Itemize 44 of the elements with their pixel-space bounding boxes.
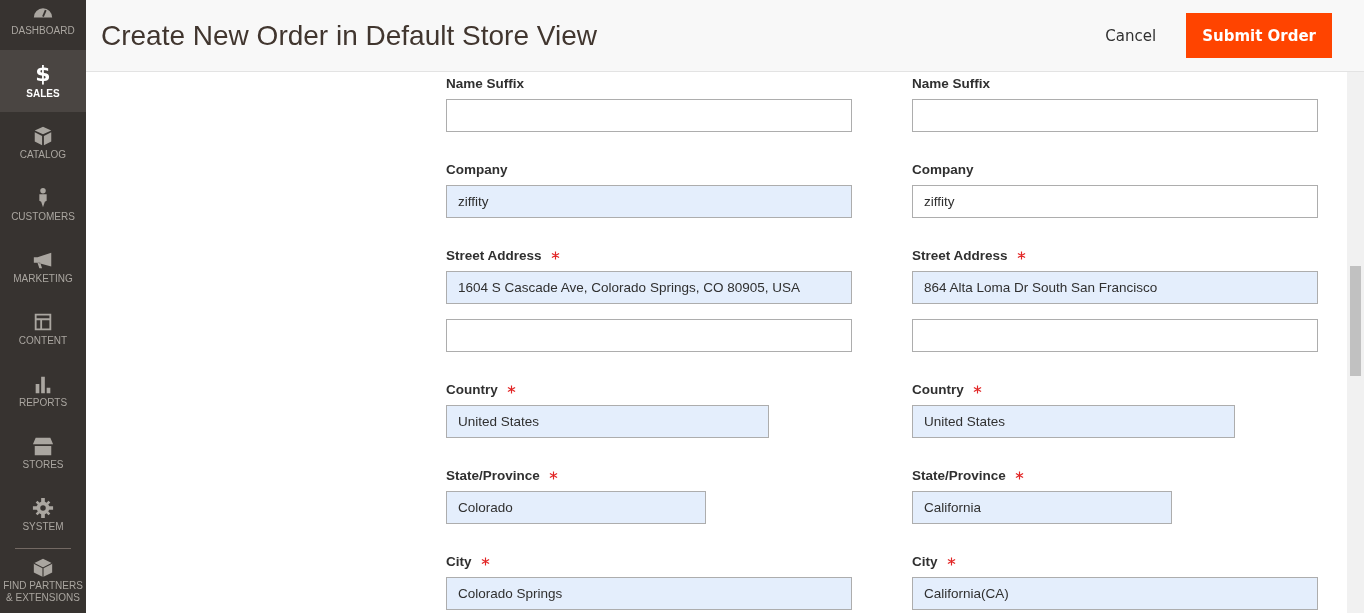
input-field[interactable]: 1604 S Cascade Ave, Colorado Springs, CO 80905, USA: [446, 271, 852, 304]
field-label: Name Suffix: [912, 75, 991, 91]
field-label: City: [446, 553, 472, 569]
input-field[interactable]: California: [912, 491, 1172, 524]
field-label: Street Address: [446, 247, 542, 263]
input-field[interactable]: United States: [446, 405, 769, 438]
gear-icon: [32, 497, 54, 519]
cancel-button[interactable]: Cancel: [1105, 16, 1157, 55]
field-label: State/Province: [912, 467, 1006, 483]
nav-item[interactable]: $ SALES: [0, 50, 86, 112]
input-field[interactable]: Colorado Springs: [446, 577, 852, 610]
input-field[interactable]: [446, 319, 852, 352]
nav-item[interactable]: SYSTEM: [0, 484, 86, 546]
input-field[interactable]: Colorado: [446, 491, 706, 524]
nav-item[interactable]: DASHBOARD: [0, 0, 86, 50]
input-field[interactable]: 864 Alta Loma Dr South San Francisco: [912, 271, 1318, 304]
page-title: Create New Order in Default Store View: [101, 19, 597, 52]
scrollbar[interactable]: [1347, 72, 1364, 613]
field-label: Country: [912, 381, 964, 397]
input-field[interactable]: ziffity: [912, 185, 1318, 218]
nav-item[interactable]: CUSTOMERS: [0, 174, 86, 236]
layout-icon: [32, 311, 54, 333]
input-field[interactable]: United States: [912, 405, 1235, 438]
input-field[interactable]: ziffity: [446, 185, 852, 218]
field-label: State/Province: [446, 467, 540, 483]
field-label: Street Address: [912, 247, 1008, 263]
input-field[interactable]: [912, 99, 1318, 132]
input-field[interactable]: [912, 319, 1318, 352]
nav-item[interactable]: CATALOG: [0, 112, 86, 174]
field-label: Company: [912, 161, 974, 177]
field-label: City: [912, 553, 938, 569]
input-field[interactable]: [446, 99, 852, 132]
nav-item[interactable]: MARKETING: [0, 236, 86, 298]
nav-item[interactable]: STORES: [0, 422, 86, 484]
field-label: Company: [446, 161, 508, 177]
input-field[interactable]: California(CA): [912, 577, 1318, 610]
blocks-icon: [32, 556, 54, 578]
box-icon: [32, 125, 54, 147]
field-label: Name Suffix: [446, 75, 525, 91]
field-label: Country: [446, 381, 498, 397]
nav-item[interactable]: CONTENT: [0, 298, 86, 360]
storefront-icon: [32, 435, 54, 457]
nav-item[interactable]: REPORTS: [0, 360, 86, 422]
nav-item[interactable]: FIND PARTNERS & EXTENSIONS: [0, 549, 86, 611]
